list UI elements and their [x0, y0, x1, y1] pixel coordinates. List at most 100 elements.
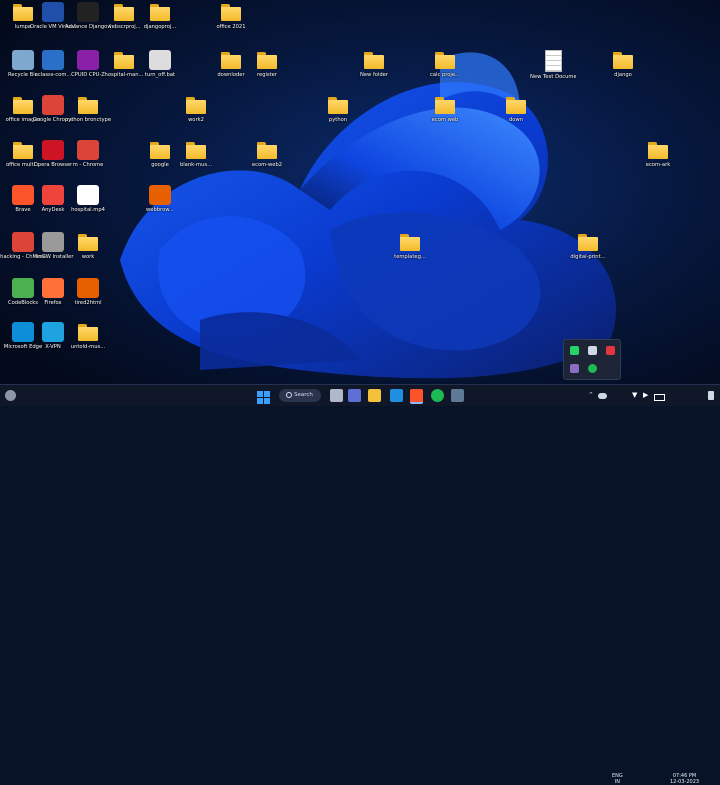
desktop-icon-label: templateg... [394, 254, 426, 260]
desktop-icon-label: work2 [188, 117, 204, 123]
desktop-icon[interactable]: templateg... [387, 232, 433, 260]
desktop-icon[interactable]: python [315, 95, 361, 123]
app-icon [77, 2, 99, 22]
folder-icon [505, 95, 527, 115]
desktop-icon-label: ecom-ark [645, 162, 671, 168]
desktop-icon-label: djangoproj... [143, 24, 177, 30]
widgets-icon[interactable] [5, 390, 16, 401]
search-icon [286, 391, 292, 398]
desktop-icon[interactable]: ecom web [422, 95, 468, 123]
whatsapp-icon[interactable] [570, 346, 579, 355]
spotify-icon[interactable] [588, 364, 597, 373]
app-icon [42, 232, 64, 252]
folder-icon [612, 50, 634, 70]
folder-icon [149, 140, 171, 160]
folder-icon [113, 50, 135, 70]
red-app-icon[interactable] [606, 346, 615, 355]
app-icon [149, 185, 171, 205]
desktop-icon-label: ecom-web2 [251, 162, 283, 168]
folder-icon [256, 50, 278, 70]
folder-icon [77, 232, 99, 252]
app-icon [42, 2, 64, 22]
desktop-icon[interactable]: work [65, 232, 111, 260]
desktop-icon-label: m - Chrome [72, 162, 104, 168]
desktop-icon[interactable]: New folder [351, 50, 397, 78]
app-icon [42, 50, 64, 70]
start-button[interactable] [257, 389, 270, 404]
volume-icon[interactable]: ▶ [643, 389, 651, 402]
desktop-icon-label: register [256, 72, 277, 78]
task-view-icon[interactable] [330, 389, 343, 402]
desktop-icon[interactable]: python bronctype [65, 95, 111, 123]
desktop-icon-label: untold-mus... [70, 344, 106, 350]
clock[interactable]: 07:46 PM 12-03-2023 [670, 773, 699, 785]
desktop-icon[interactable]: ecom-web2 [244, 140, 290, 168]
cloud-icon[interactable] [598, 393, 607, 399]
folder-icon [327, 95, 349, 115]
desktop-icon[interactable]: django [600, 50, 646, 78]
battery-icon[interactable] [654, 394, 665, 401]
folder-icon [77, 95, 99, 115]
desktop-icon[interactable]: hospital.mp4 [65, 185, 111, 213]
desktop-icon[interactable]: m - Chrome [65, 140, 111, 168]
folder-icon [434, 50, 456, 70]
desktop-icon-label: turn_off.bat [144, 72, 176, 78]
file-explorer-icon[interactable] [368, 389, 381, 402]
folder-icon [113, 2, 135, 22]
desktop-icon[interactable]: work2 [173, 95, 219, 123]
app-icon [77, 185, 99, 205]
desktop-icon[interactable]: New Text Document... [530, 50, 576, 80]
desktop-icon-label: work [81, 254, 95, 260]
folder-icon [220, 50, 242, 70]
desktop-icon[interactable]: turn_off.bat [137, 50, 183, 78]
notes-icon[interactable] [451, 389, 464, 402]
desktop-icon-label: tired2html [74, 300, 102, 306]
app-icon [77, 278, 99, 298]
wifi-icon[interactable]: ▼ [632, 389, 640, 402]
desktop-icon[interactable]: office 2021 [208, 2, 254, 30]
desktop-icon[interactable]: tired2html [65, 278, 111, 306]
desktop-icon-label: calc proje... [429, 72, 461, 78]
chevron-up-icon[interactable]: ⌃ [588, 389, 596, 402]
search-label: Search [294, 392, 313, 398]
folder-icon [77, 322, 99, 342]
folder-icon [220, 2, 242, 22]
text-document-icon [544, 50, 562, 72]
desktop-icon-label: digital-print... [570, 254, 606, 260]
desktop-icon[interactable]: webbrow... [137, 185, 183, 213]
desktop-icon-label: New folder [359, 72, 389, 78]
taskbar: Search ⌃ ENG IN ▼ ▶ 07:46 PM 12-03-2023 [0, 384, 720, 785]
tray-overflow-popup [563, 339, 621, 380]
desktop-icon-label: django [614, 72, 632, 78]
desktop-icon-label: down [509, 117, 523, 123]
desktop-icon[interactable]: register [244, 50, 290, 78]
notification-icon[interactable] [708, 391, 714, 400]
desktop-icon[interactable]: calc proje... [422, 50, 468, 78]
desktop-icon-label: blank-mus... [179, 162, 213, 168]
folder-icon [399, 232, 421, 252]
meet-icon[interactable] [348, 389, 361, 402]
folder-icon [434, 95, 456, 115]
send-icon[interactable] [588, 346, 597, 355]
app-icon [42, 278, 64, 298]
desktop-icon[interactable]: down [493, 95, 539, 123]
desktop-icon[interactable]: blank-mus... [173, 140, 219, 168]
desktop-icon[interactable]: digital-print... [565, 232, 611, 260]
folder-icon [185, 95, 207, 115]
desktop-icon[interactable]: djangoproj... [137, 2, 183, 30]
spotify-taskbar-icon[interactable] [431, 389, 444, 402]
app-icon [77, 50, 99, 70]
search-box[interactable]: Search [279, 389, 321, 402]
brave-icon[interactable] [410, 389, 423, 404]
desktop-icon-label: hospital.mp4 [71, 207, 105, 213]
app-icon [42, 140, 64, 160]
desktop-icon[interactable]: ecom-ark [635, 140, 681, 168]
language-indicator[interactable]: ENG IN [612, 773, 623, 785]
purple-app-icon[interactable] [570, 364, 579, 373]
desktop-icon-label: office 2021 [216, 24, 246, 30]
desktop-icon[interactable]: untold-mus... [65, 322, 111, 350]
folder-icon [577, 232, 599, 252]
vscode-icon[interactable] [390, 389, 403, 402]
desktop-icon-label: webbrow... [146, 207, 174, 213]
app-icon [42, 185, 64, 205]
